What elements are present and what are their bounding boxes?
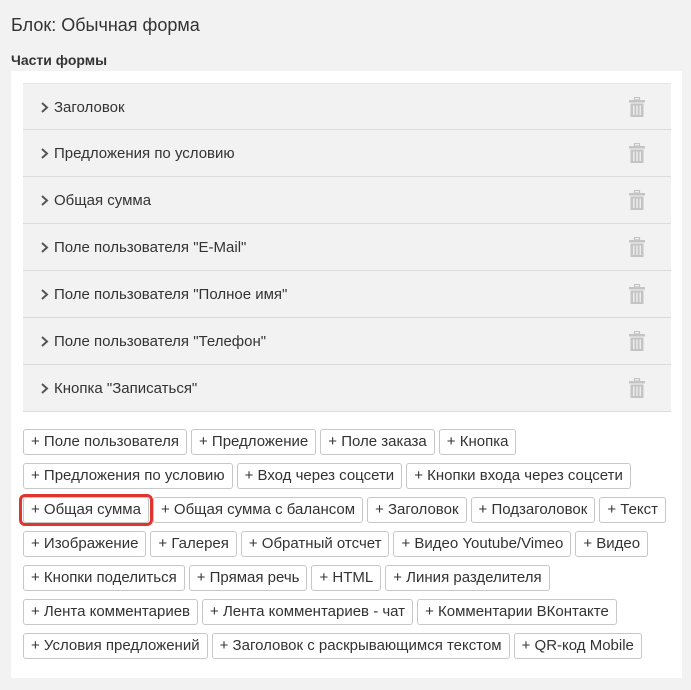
add-part-button[interactable]: + Поле пользователя [23, 429, 187, 455]
chevron-right-icon[interactable] [40, 148, 49, 159]
add-buttons-row: + Предложения по условию + Вход через соц… [23, 463, 663, 489]
add-part-button[interactable]: + Текст [599, 497, 667, 523]
chevron-right-icon[interactable] [40, 336, 49, 347]
form-part-label: Предложения по условию [54, 145, 235, 162]
chevron-right-icon[interactable] [40, 242, 49, 253]
form-part-row[interactable]: Предложения по условию [23, 130, 671, 177]
form-part-row[interactable]: Заголовок [23, 83, 671, 130]
add-part-button[interactable]: + Общая сумма с балансом [152, 497, 364, 523]
trash-icon[interactable] [629, 143, 645, 163]
trash-icon[interactable] [629, 97, 645, 117]
chevron-right-icon[interactable] [40, 383, 49, 394]
form-part-row[interactable]: Кнопка "Записаться" [23, 365, 671, 412]
form-part-row[interactable]: Поле пользователя "E-Mail" [23, 224, 671, 271]
chevron-right-icon[interactable] [40, 102, 49, 113]
trash-icon[interactable] [629, 378, 645, 398]
form-parts-list: Заголовок Предложения по условию Общая сум… [23, 83, 671, 412]
add-part-button[interactable]: + Лента комментариев [23, 599, 199, 625]
add-part-button[interactable]: + Заголовок [367, 497, 467, 523]
add-part-button[interactable]: + Комментарии ВКонтакте [417, 599, 617, 625]
add-part-button[interactable]: + Галерея [150, 531, 237, 557]
form-part-row[interactable]: Поле пользователя "Телефон" [23, 318, 671, 365]
form-part-row[interactable]: Общая сумма [23, 177, 671, 224]
add-part-button[interactable]: + Видео Youtube/Vimeo [393, 531, 572, 557]
trash-icon[interactable] [629, 237, 645, 257]
add-buttons-row: + Общая сумма + Общая сумма с балансом + З… [19, 494, 667, 526]
trash-icon[interactable] [629, 190, 645, 210]
form-parts-panel: Заголовок Предложения по условию Общая сум… [11, 71, 682, 678]
block-title: Блок: Обычная форма [11, 15, 200, 35]
add-part-button[interactable]: + Видео [575, 531, 649, 557]
form-part-label: Поле пользователя "Телефон" [54, 333, 267, 350]
chevron-right-icon[interactable] [40, 195, 49, 206]
add-part-button[interactable]: + QR-код Mobile [513, 633, 642, 659]
add-buttons-row: + Условия предложений + Заголовок с раскр… [23, 633, 663, 659]
add-part-button[interactable]: + Подзаголовок [470, 497, 596, 523]
add-part-buttons: + Поле пользователя + Предложение + Поле з… [19, 429, 667, 667]
add-part-button[interactable]: + Кнопка [438, 429, 517, 455]
trash-icon[interactable] [629, 284, 645, 304]
add-buttons-row: + Изображение + Галерея + Обратный отсчет +… [23, 531, 663, 557]
trash-icon[interactable] [629, 331, 645, 351]
add-part-button[interactable]: + Изображение [23, 531, 147, 557]
add-part-button[interactable]: + Кнопки входа через соцсети [406, 463, 631, 489]
add-part-button[interactable]: + HTML [311, 565, 382, 591]
chevron-right-icon[interactable] [40, 289, 49, 300]
add-part-button[interactable]: + Условия предложений [23, 633, 208, 659]
section-label: Части формы [11, 52, 108, 68]
form-part-label: Заголовок [54, 99, 125, 116]
add-part-button[interactable]: + Кнопки поделиться [23, 565, 185, 591]
form-part-label: Поле пользователя "E-Mail" [54, 239, 247, 256]
add-part-button[interactable]: + Прямая речь [188, 565, 308, 591]
form-part-label: Поле пользователя "Полное имя" [54, 286, 288, 303]
add-part-button[interactable]: + Предложение [190, 429, 317, 455]
add-part-button[interactable]: + Общая сумма [19, 494, 153, 526]
add-buttons-row: + Кнопки поделиться + Прямая речь + HTML + … [23, 565, 663, 591]
form-part-row[interactable]: Поле пользователя "Полное имя" [23, 271, 671, 318]
add-part-button[interactable]: + Вход через соцсети [236, 463, 403, 489]
add-part-button[interactable]: + Заголовок с раскрывающимся текстом [211, 633, 510, 659]
add-buttons-row: + Поле пользователя + Предложение + Поле з… [23, 429, 663, 455]
add-part-button[interactable]: + Поле заказа [320, 429, 435, 455]
add-part-button[interactable]: + Обратный отсчет [240, 531, 390, 557]
add-part-button[interactable]: + Предложения по условию [23, 463, 233, 489]
add-part-button[interactable]: + Линия разделителя [385, 565, 550, 591]
form-part-label: Общая сумма [54, 192, 152, 209]
add-buttons-row: + Лента комментариев + Лента комментариев… [23, 599, 663, 625]
form-part-label: Кнопка "Записаться" [54, 380, 198, 397]
add-part-button[interactable]: + Лента комментариев - чат [202, 599, 414, 625]
